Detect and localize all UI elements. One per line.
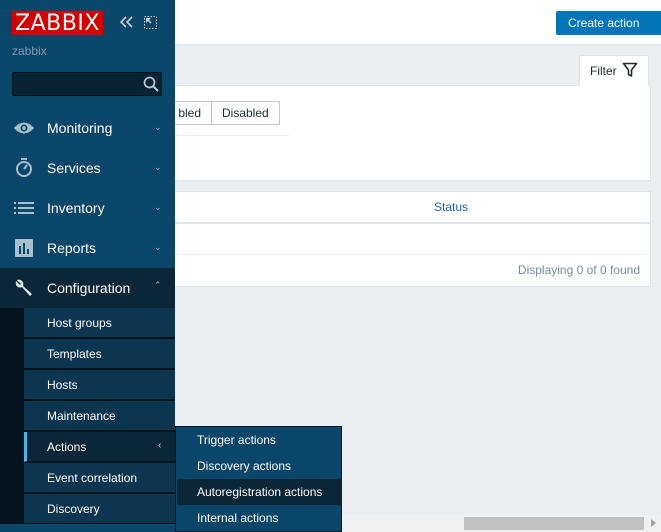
search-icon[interactable] [143,76,159,92]
actions-popup-menu: Trigger actions Discovery actions Autore… [175,426,342,532]
sidebar: ZABBIX zabbix Monitoring ⌄ Services ⌄ In… [0,0,175,532]
column-header-status[interactable]: Status [434,200,468,214]
menu-label: Reports [47,240,97,256]
filter-icon [622,62,638,77]
wrench-icon [13,278,35,298]
table-footer-count: Displaying 0 of 0 found [517,263,640,277]
table-header-divider [175,222,651,224]
menu-inventory[interactable]: Inventory ⌄ [0,188,175,228]
submenu-event-correlation[interactable]: Event correlation [24,463,175,493]
menu-services[interactable]: Services ⌄ [0,148,175,188]
server-name: zabbix [12,44,47,58]
table-row-divider [175,254,651,255]
menu-configuration[interactable]: Configuration ⌃ [0,268,175,308]
menu-label: Services [47,160,101,176]
submenu-label: Actions [47,439,87,454]
bar-chart-icon [13,238,35,258]
submenu-templates[interactable]: Templates [24,339,175,369]
submenu-label: Templates [47,346,102,361]
menu-label: Monitoring [47,120,113,136]
menu-reports[interactable]: Reports ⌄ [0,228,175,268]
filter-divider [175,135,289,136]
zabbix-logo[interactable]: ZABBIX [12,11,103,36]
chevron-down-icon: ⌄ [154,122,162,132]
scroll-right-arrow-icon[interactable] [651,519,656,527]
filter-tab[interactable]: Filter [579,55,649,86]
create-action-button[interactable]: Create action [556,11,661,35]
chevron-left-icon: ‹ [158,440,162,451]
chevron-down-icon: ⌄ [154,242,162,252]
submenu-label: Maintenance [47,408,116,423]
chevron-up-icon: ⌃ [154,280,162,290]
scrollbar-thumb[interactable] [464,517,644,530]
stopwatch-icon [13,158,35,178]
submenu-discovery[interactable]: Discovery [24,494,175,524]
submenu-label: Hosts [47,377,78,392]
collapse-sidebar-icon[interactable] [119,15,135,29]
popup-item-trigger-actions[interactable]: Trigger actions [177,427,342,453]
menu-label: Inventory [47,200,105,216]
chevron-down-icon: ⌄ [154,162,162,172]
popup-item-internal-actions[interactable]: Internal actions [177,505,342,531]
filter-tab-label: Filter [590,64,617,78]
submenu-label: Discovery [47,501,100,516]
submenu-label: Host groups [47,315,112,330]
list-icon [13,198,35,218]
popup-item-autoregistration-actions[interactable]: Autoregistration actions [177,479,342,505]
menu-label: Configuration [47,280,131,296]
filter-panel [175,85,651,181]
chevron-down-icon: ⌄ [154,202,162,212]
submenu-host-groups[interactable]: Host groups [24,308,175,338]
eye-icon [13,118,35,138]
sidebar-search-input[interactable] [12,72,162,96]
popup-item-discovery-actions[interactable]: Discovery actions [177,453,342,479]
menu-monitoring[interactable]: Monitoring ⌄ [0,108,175,148]
submenu-actions[interactable]: Actions ‹ [24,432,175,462]
kiosk-mode-icon[interactable] [144,16,157,29]
status-disabled-toggle[interactable]: Disabled [211,101,280,125]
submenu-maintenance[interactable]: Maintenance [24,401,175,431]
sidebar-footer [0,524,175,532]
submenu-label: Event correlation [47,470,138,485]
submenu-hosts[interactable]: Hosts [24,370,175,400]
